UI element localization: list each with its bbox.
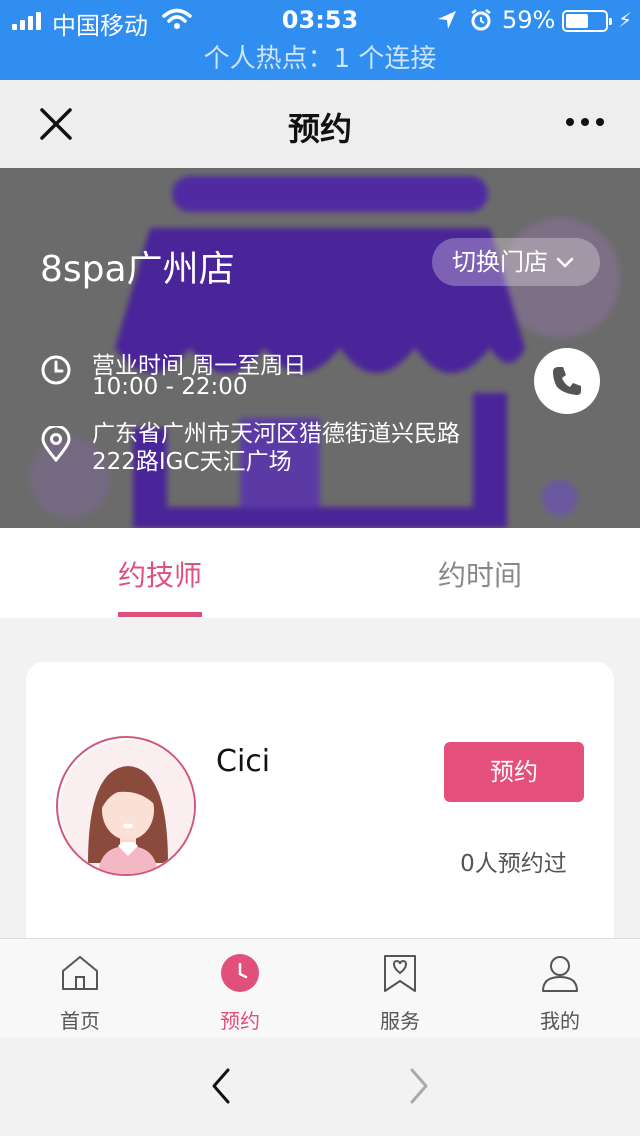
nav-bar: 预约 <box>0 80 640 168</box>
status-bar: 中国移动 03:53 59% ⚡ 个人热点：1 个连接 <box>0 0 640 80</box>
tabbar-label-booking: 预约 <box>220 1009 260 1033</box>
battery-icon <box>562 10 612 32</box>
tabbar-item-home[interactable]: 首页 <box>0 939 160 1039</box>
tabbar-label-me: 我的 <box>540 1009 580 1033</box>
battery-percent: 59% <box>502 6 556 34</box>
clock-icon <box>41 355 71 385</box>
booked-count: 0人预约过 <box>460 851 567 877</box>
active-tab-indicator <box>118 612 202 617</box>
book-button[interactable]: 预约 <box>444 742 584 802</box>
tabbar-label-home: 首页 <box>60 1009 100 1033</box>
alarm-icon <box>471 9 491 31</box>
chevron-down-icon <box>556 257 574 268</box>
clock-icon <box>221 954 259 992</box>
location-pin-icon <box>41 426 71 462</box>
service-icon <box>384 955 416 992</box>
tabbar-item-service[interactable]: 服务 <box>320 939 480 1039</box>
business-hours-time: 10:00 - 22:00 <box>92 374 248 400</box>
browser-toolbar <box>0 1038 640 1136</box>
bottom-tab-bar: 首页 预约 服务 我的 <box>0 938 640 1038</box>
technician-avatar-illustration <box>60 740 194 874</box>
call-button[interactable] <box>534 348 600 414</box>
store-address: 广东省广州市天河区猎德街道兴民路222路IGC天汇广场 <box>92 421 460 475</box>
charging-icon: ⚡ <box>618 8 633 32</box>
booking-tabs: 约技师 约时间 <box>0 528 640 618</box>
tabbar-item-me[interactable]: 我的 <box>480 939 640 1039</box>
avatar[interactable] <box>56 736 196 876</box>
tab-book-technician[interactable]: 约技师 <box>80 554 240 594</box>
location-arrow-icon <box>438 11 456 29</box>
user-icon <box>542 956 578 992</box>
technician-card: Cici 预约 0人预约过 <box>26 662 614 982</box>
more-icon[interactable] <box>566 118 604 126</box>
switch-store-button[interactable]: 切换门店 <box>432 238 600 286</box>
page-title: 预约 <box>287 110 352 148</box>
technician-name: Cici <box>216 744 271 779</box>
tab-book-time[interactable]: 约时间 <box>400 554 560 594</box>
tabbar-item-booking[interactable]: 预约 <box>160 939 320 1039</box>
phone-icon <box>553 367 581 395</box>
store-name: 8spa广州店 <box>40 249 235 290</box>
back-arrow-icon[interactable] <box>206 1066 236 1106</box>
tabbar-label-service: 服务 <box>380 1009 420 1033</box>
forward-arrow-icon[interactable] <box>404 1066 434 1106</box>
home-icon <box>62 956 98 990</box>
hotspot-banner[interactable]: 个人热点：1 个连接 <box>0 40 640 80</box>
switch-store-label: 切换门店 <box>452 248 548 276</box>
store-header: 8spa广州店 切换门店 营业时间 周一至周日 10:00 - 22:00 广东… <box>0 168 640 528</box>
